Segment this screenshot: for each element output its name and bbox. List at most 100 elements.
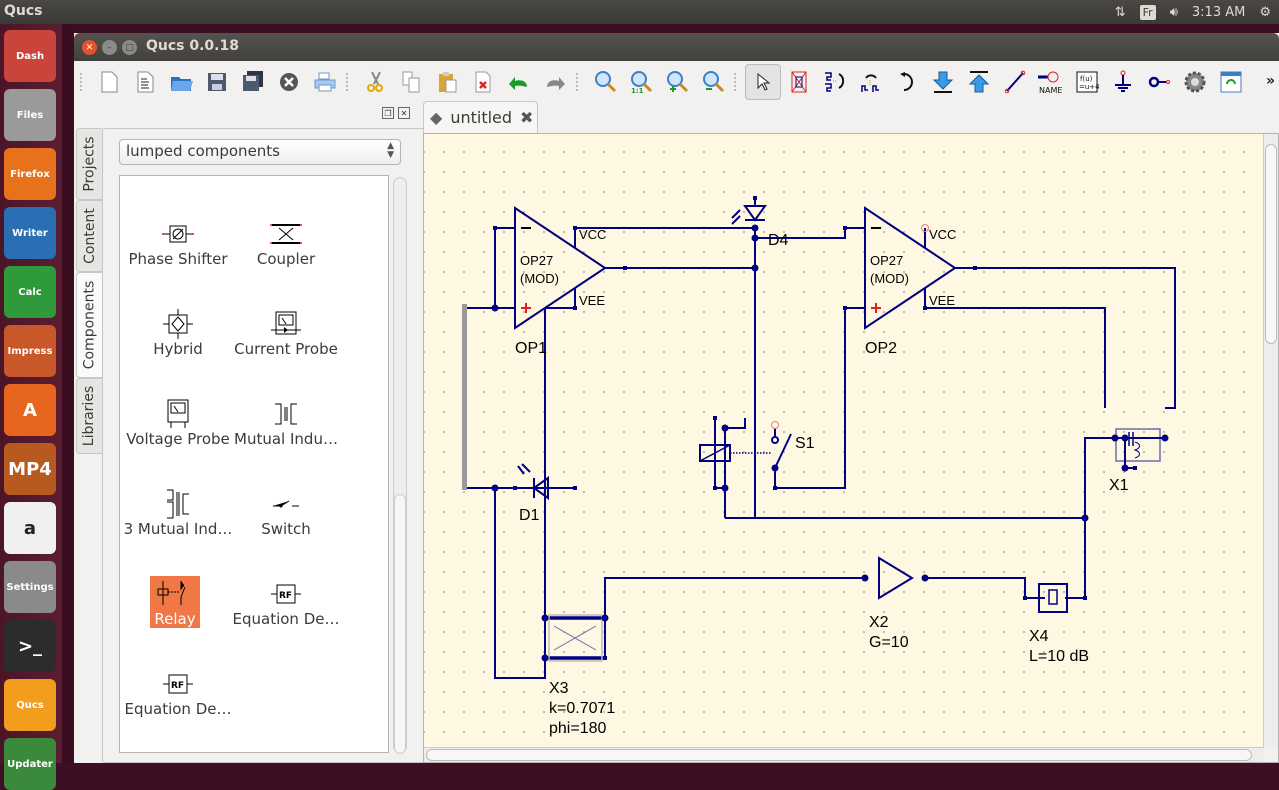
zoom-fit-button[interactable] (587, 64, 623, 100)
mirror-x-icon (825, 72, 845, 92)
mirror-y-button[interactable] (853, 64, 889, 100)
component-equation-defined-rf-2[interactable]: RF Equation De… (120, 668, 236, 718)
component-label: Coupler (256, 250, 316, 268)
component-voltage-probe[interactable]: Voltage Probe (120, 398, 236, 448)
launcher-system-settings-icon[interactable]: Settings (4, 561, 56, 613)
keyboard-layout-indicator[interactable]: Fr (1139, 4, 1156, 20)
ground-button[interactable] (1105, 64, 1141, 100)
component-coupler[interactable]: Coupler (228, 218, 344, 268)
toolbar-handle[interactable] (80, 73, 88, 91)
network-icon[interactable]: ⇅ (1115, 5, 1126, 20)
print-button[interactable] (307, 64, 343, 100)
mirror-x-button[interactable] (817, 64, 853, 100)
tab-components[interactable]: Components (76, 272, 102, 378)
volume-icon[interactable]: 🔊︎ (1170, 5, 1178, 20)
launcher-libreoffice-calc-icon[interactable]: Calc (4, 266, 56, 318)
unity-launcher: Dash Files Firefox Writer Calc Impress A MP4 a Se… (0, 24, 62, 790)
window-close-button[interactable]: ✕ (82, 40, 97, 55)
open-button[interactable] (163, 64, 199, 100)
launcher-software-updater-icon[interactable]: Updater (4, 738, 56, 790)
op2-model2-label: (MOD) (870, 271, 909, 286)
component-current-probe[interactable]: Current Probe (228, 308, 344, 358)
port-button[interactable] (1141, 64, 1177, 100)
wire-button[interactable] (997, 64, 1033, 100)
canvas-horizontal-scrollbar[interactable] (424, 747, 1264, 762)
zoom-out-button[interactable] (695, 64, 731, 100)
paste-button[interactable] (429, 64, 465, 100)
component-mutual-inductor[interactable]: Mutual Indu… (228, 398, 344, 448)
relay-coil-wire (714, 418, 726, 518)
launcher-software-center-icon[interactable]: A (4, 384, 56, 436)
scrollbar-thumb[interactable] (1265, 144, 1277, 344)
document-tab-untitled[interactable]: ◆ untitled ✖ (423, 101, 538, 133)
dock-float-button[interactable]: ❐ (382, 107, 394, 119)
launcher-libreoffice-impress-icon[interactable]: Impress (4, 325, 56, 377)
window-minimize-button[interactable]: – (102, 40, 117, 55)
undo-button[interactable] (501, 64, 537, 100)
component-equation-defined-rf-1[interactable]: RF Equation De… (228, 578, 344, 628)
select-tool-button[interactable] (745, 64, 781, 100)
launcher-ubuntu-dash-icon[interactable]: Dash (4, 30, 56, 82)
component-label: Switch (261, 520, 311, 538)
component-phase-shifter[interactable]: Phase Shifter (120, 218, 236, 268)
op1-vcc-label: VCC (579, 227, 606, 242)
main-toolbar: 1:1 NAME f(u) =u+4 » (74, 61, 1279, 103)
op1-symbol (514, 206, 607, 330)
zoom-in-button[interactable] (659, 64, 695, 100)
launcher-firefox-icon[interactable]: Firefox (4, 148, 56, 200)
cut-button[interactable] (357, 64, 393, 100)
launcher-qucs-icon[interactable]: Qucs (4, 679, 56, 731)
component-label: Phase Shifter (128, 250, 228, 268)
delete-button[interactable] (465, 64, 501, 100)
new-document-button[interactable] (91, 64, 127, 100)
clock[interactable]: 3:13 AM (1192, 5, 1245, 20)
component-label: Mutual Indu… (234, 430, 338, 448)
save-button[interactable] (199, 64, 235, 100)
component-three-mutual-inductors[interactable]: 3 Mutual Ind… (120, 488, 236, 538)
d4-name-label: D4 (768, 232, 789, 249)
window-maximize-button[interactable]: □ (122, 40, 137, 55)
x1-name-label: X1 (1109, 477, 1129, 494)
zoom-1to1-button[interactable]: 1:1 (623, 64, 659, 100)
tab-libraries[interactable]: Libraries (76, 378, 102, 454)
component-label: Equation De… (124, 700, 232, 718)
scrollbar-thumb[interactable] (394, 494, 406, 754)
canvas-vertical-scrollbar[interactable] (1263, 134, 1278, 748)
enter-subcircuit-button[interactable] (925, 64, 961, 100)
redo-button[interactable] (537, 64, 573, 100)
new-text-button[interactable] (127, 64, 163, 100)
schematic-canvas[interactable]: VCC VEE OP27 (MOD) OP1 VCC VEE OP27 (MOD… (424, 134, 1264, 748)
component-switch[interactable]: Switch (228, 488, 344, 538)
dock-close-button[interactable]: ✕ (398, 107, 410, 119)
launcher-amazon-icon[interactable]: a (4, 502, 56, 554)
scissors-icon (367, 71, 383, 92)
close-document-button[interactable] (271, 64, 307, 100)
tab-projects[interactable]: Projects (76, 128, 102, 200)
rotate-button[interactable] (889, 64, 925, 100)
scrollbar-thumb[interactable] (426, 749, 1252, 761)
close-tab-icon[interactable]: ✖ (520, 108, 533, 127)
copy-button[interactable] (393, 64, 429, 100)
tab-content[interactable]: Content (76, 200, 102, 272)
equation-button[interactable]: f(u) =u+4 (1069, 64, 1105, 100)
simulate-gear-icon (1184, 71, 1206, 93)
save-all-button[interactable] (235, 64, 271, 100)
component-label: Voltage Probe (126, 430, 230, 448)
simulate-button[interactable] (1177, 64, 1213, 100)
launcher-terminal-icon[interactable]: >_ (4, 620, 56, 672)
power-gear-icon[interactable]: ⚙ (1259, 5, 1271, 20)
deactivate-button[interactable] (781, 64, 817, 100)
launcher-libreoffice-writer-icon[interactable]: Writer (4, 207, 56, 259)
view-data-button[interactable] (1213, 64, 1249, 100)
toolbar-overflow-button[interactable]: » (1266, 73, 1275, 89)
component-list-scrollbar[interactable] (393, 177, 407, 754)
component-category-select[interactable]: lumped components ▲ ▼ (119, 139, 401, 165)
component-hybrid[interactable]: Hybrid (120, 308, 236, 358)
close-circle-icon (280, 73, 298, 91)
wire-label-button[interactable]: NAME (1033, 64, 1069, 100)
launcher-files-icon[interactable]: Files (4, 89, 56, 141)
component-relay[interactable]: Relay (150, 576, 200, 628)
launcher-mp4-player-icon[interactable]: MP4 (4, 443, 56, 495)
exit-subcircuit-button[interactable] (961, 64, 997, 100)
svg-text:RF: RF (279, 591, 292, 601)
